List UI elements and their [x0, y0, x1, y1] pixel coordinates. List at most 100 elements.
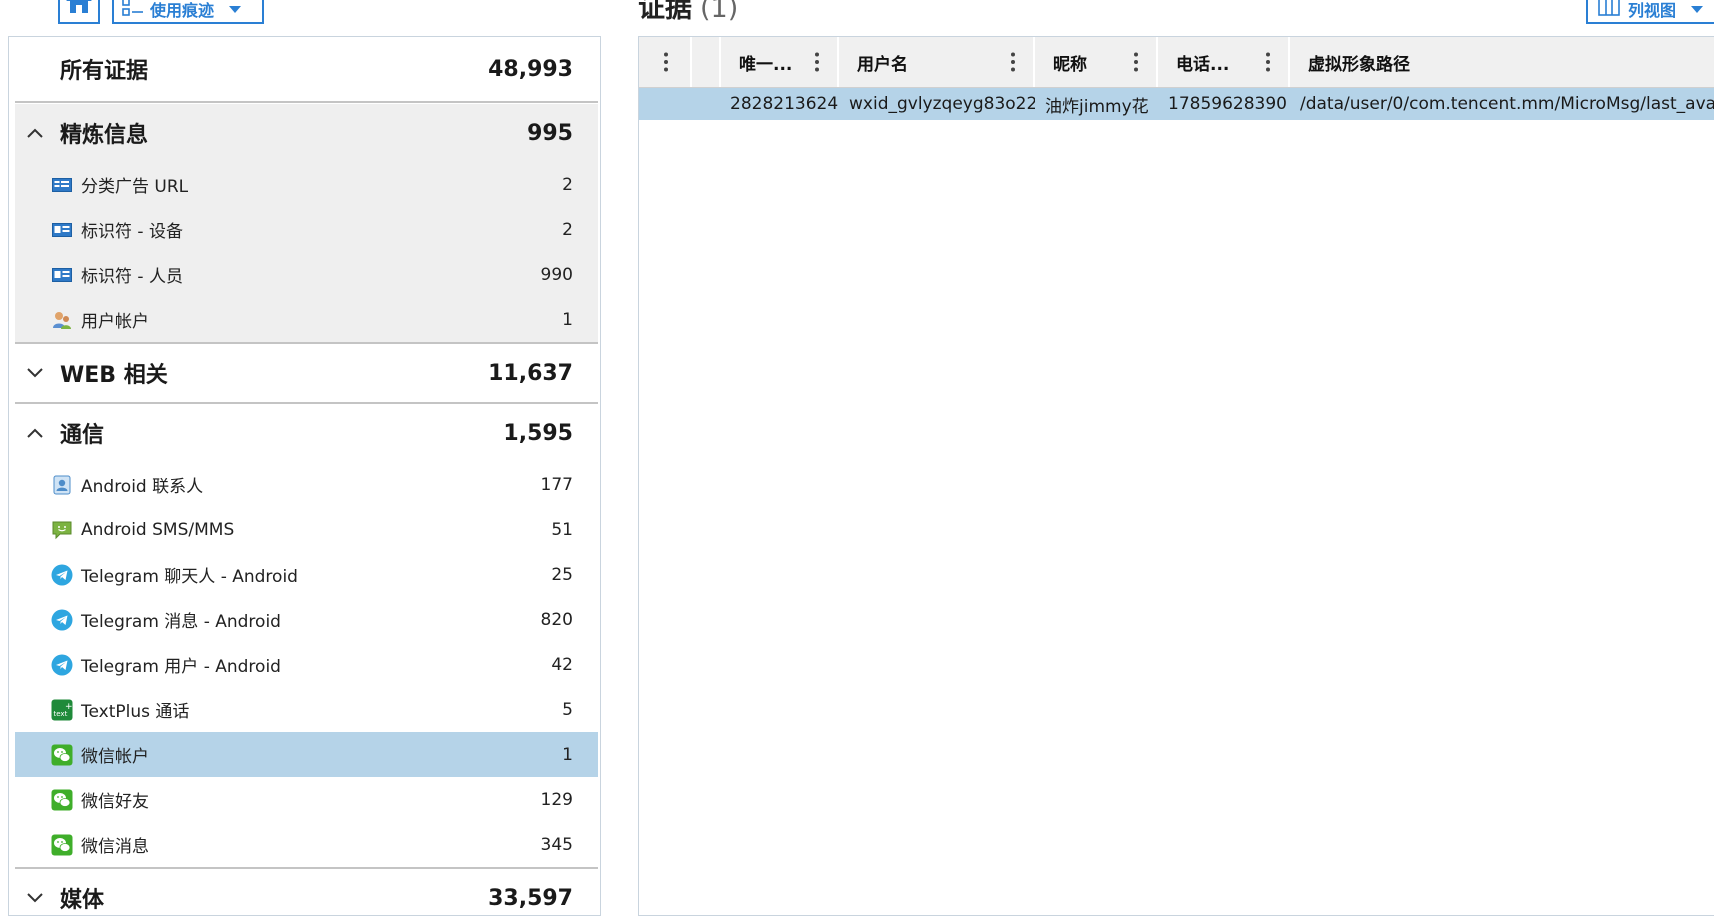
group-count: 1,595	[503, 420, 573, 446]
column-label: 唯一...	[739, 54, 793, 75]
column-label: 虚拟形象路径	[1308, 54, 1410, 75]
category-count: 5	[562, 699, 573, 720]
evidence-table: 唯一... 用户名 昵称 电话... 虚拟形象路径 2828213624 wxi…	[638, 36, 1714, 916]
category-count: 990	[540, 264, 573, 285]
column-header-nickname[interactable]: 昵称	[1035, 37, 1158, 87]
column-header-phone[interactable]: 电话...	[1158, 37, 1290, 87]
category-android-sms-mms[interactable]: Android SMS/MMS 51	[15, 507, 598, 552]
home-button[interactable]	[58, 0, 100, 24]
group-web-related: WEB 相关 11,637	[15, 344, 598, 404]
category-label: Android 联系人	[81, 477, 204, 497]
all-evidence-row[interactable]: 所有证据 48,993	[15, 37, 598, 103]
usage-trace-button[interactable]: 使用痕迹	[112, 0, 264, 24]
category-count: 177	[540, 474, 573, 495]
category-count: 345	[540, 834, 573, 855]
page-title: 证据 (1)	[638, 0, 738, 25]
column-view-button[interactable]: 列视图	[1586, 0, 1714, 24]
wechat-icon	[51, 834, 73, 856]
more-vertical-icon[interactable]	[1011, 52, 1015, 72]
more-vertical-icon[interactable]	[664, 52, 668, 72]
table-header: 唯一... 用户名 昵称 电话... 虚拟形象路径	[639, 37, 1714, 88]
chevron-up-icon[interactable]	[23, 421, 47, 445]
group-header-media[interactable]: 媒体 33,597	[15, 869, 598, 915]
cell-phone: 17859628390	[1168, 94, 1287, 114]
row-menu-cell	[639, 88, 692, 120]
table-row[interactable]: 2828213624 wxid_gvlyzqeyg83o22 油炸jimmy花 …	[639, 88, 1714, 120]
chevron-down-icon[interactable]	[23, 886, 47, 910]
category-telegram-users[interactable]: Telegram 用户 - Android 42	[15, 642, 598, 687]
more-vertical-icon[interactable]	[1134, 52, 1138, 72]
column-header-avatar-path[interactable]: 虚拟形象路径	[1290, 37, 1714, 87]
group-communication: 通信 1,595 Android 联系人 177 Android SMS/MMS…	[15, 404, 598, 869]
category-count: 820	[540, 609, 573, 630]
chevron-down-icon	[228, 0, 242, 19]
category-classified-ad-url[interactable]: 分类广告 URL 2	[15, 162, 598, 207]
column-label: 用户名	[857, 54, 908, 75]
category-count: 1	[562, 744, 573, 765]
category-label: 微信帐户	[81, 747, 149, 767]
columns-icon	[1598, 0, 1620, 20]
sms-icon	[51, 519, 73, 541]
category-wechat-accounts[interactable]: 微信帐户 1	[15, 732, 598, 777]
all-evidence-label: 所有证据	[60, 59, 149, 84]
category-wechat-friends[interactable]: 微信好友 129	[15, 777, 598, 822]
group-count: 11,637	[488, 360, 573, 386]
category-count: 2	[562, 219, 573, 240]
category-count: 51	[551, 519, 573, 540]
trace-icon	[122, 0, 144, 20]
chevron-down-icon	[1690, 0, 1704, 19]
group-header-refined-info[interactable]: 精炼信息 995	[15, 104, 598, 162]
page-title-text: 证据	[638, 0, 692, 24]
category-count: 2	[562, 174, 573, 195]
more-vertical-icon[interactable]	[815, 52, 819, 72]
telegram-icon	[51, 654, 73, 676]
cell-nickname: 油炸jimmy花	[1045, 96, 1149, 117]
category-telegram-chats[interactable]: Telegram 聊天人 - Android 25	[15, 552, 598, 597]
column-label: 电话...	[1176, 54, 1230, 75]
column-menu-header[interactable]	[639, 37, 692, 87]
category-label: 用户帐户	[81, 312, 149, 332]
category-user-accounts[interactable]: 用户帐户 1	[15, 297, 598, 342]
category-textplus-calls[interactable]: text + TextPlus 通话 5	[15, 687, 598, 732]
usage-trace-label: 使用痕迹	[150, 1, 215, 20]
category-label: 标识符 - 设备	[81, 222, 183, 242]
column-select-header[interactable]	[692, 37, 721, 87]
telegram-icon	[51, 564, 73, 586]
category-wechat-messages[interactable]: 微信消息 345	[15, 822, 598, 867]
group-refined-info: 精炼信息 995 分类广告 URL 2 标识符 - 设备 2 标识符 - 人员 …	[15, 104, 598, 344]
category-count: 25	[551, 564, 573, 585]
group-count: 995	[527, 120, 573, 146]
category-label: 标识符 - 人员	[81, 267, 183, 287]
category-label: 微信好友	[81, 792, 149, 812]
chevron-up-icon[interactable]	[23, 121, 47, 145]
group-label: WEB 相关	[60, 363, 168, 388]
category-label: Telegram 消息 - Android	[81, 612, 281, 632]
category-identifier-person[interactable]: 标识符 - 人员 990	[15, 252, 598, 297]
device-identifier-icon	[51, 219, 73, 241]
category-android-contacts[interactable]: Android 联系人 177	[15, 462, 598, 507]
category-label: 微信消息	[81, 837, 149, 857]
user-accounts-icon	[51, 309, 73, 331]
category-label: 分类广告 URL	[81, 177, 189, 197]
category-identifier-device[interactable]: 标识符 - 设备 2	[15, 207, 598, 252]
group-media: 媒体 33,597	[15, 869, 598, 915]
svg-text:+: +	[65, 702, 73, 712]
page-title-count: (1)	[700, 0, 739, 24]
cell-unique-id: 2828213624	[730, 94, 839, 114]
classified-url-icon	[51, 174, 73, 196]
group-header-communication[interactable]: 通信 1,595	[15, 404, 598, 462]
category-telegram-messages[interactable]: Telegram 消息 - Android 820	[15, 597, 598, 642]
group-header-web-related[interactable]: WEB 相关 11,637	[15, 344, 598, 402]
group-label: 精炼信息	[60, 123, 149, 148]
category-label: Telegram 用户 - Android	[81, 657, 281, 677]
more-vertical-icon[interactable]	[1266, 52, 1270, 72]
cell-username: wxid_gvlyzqeyg83o22	[849, 94, 1035, 114]
chevron-down-icon[interactable]	[23, 361, 47, 385]
contacts-icon	[51, 474, 73, 496]
row-select-cell[interactable]	[692, 88, 721, 120]
column-header-username[interactable]: 用户名	[839, 37, 1035, 87]
wechat-icon	[51, 789, 73, 811]
group-label: 通信	[60, 423, 105, 448]
column-header-unique-id[interactable]: 唯一...	[721, 37, 839, 87]
column-label: 昵称	[1053, 54, 1087, 75]
